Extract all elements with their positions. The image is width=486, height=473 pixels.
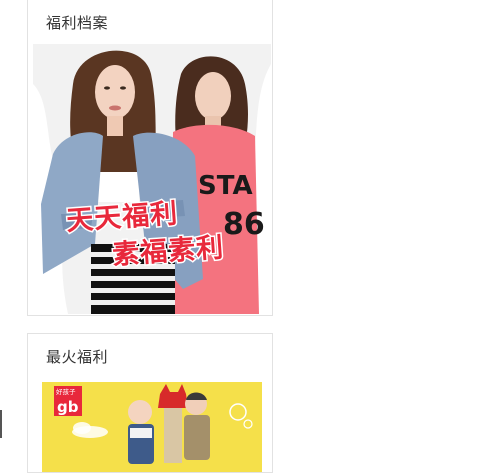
hottest-welfare-card: 最火福利 好孩子 gb xyxy=(27,333,273,473)
fashion-banner-image: STA 86 天天福利 素福素利 xyxy=(33,44,271,314)
welfare-archive-banner[interactable]: STA 86 天天福利 素福素利 xyxy=(33,44,271,314)
hottest-welfare-banner[interactable]: 好孩子 gb xyxy=(42,382,262,472)
hottest-welfare-title: 最火福利 xyxy=(46,348,109,366)
brand-small-text: 好孩子 xyxy=(56,387,76,396)
brand-big-text: gb xyxy=(57,398,79,416)
shirt-print-text: STA xyxy=(198,171,253,201)
left-edge-scrollbar xyxy=(0,410,2,438)
baby-brand-banner-image: 好孩子 gb xyxy=(42,382,262,472)
shirt-print-number: 86 xyxy=(223,207,265,242)
welfare-archive-card: 福利档案 STA 86 天天福利 素福素利 xyxy=(27,0,273,316)
welfare-archive-title: 福利档案 xyxy=(46,14,109,32)
